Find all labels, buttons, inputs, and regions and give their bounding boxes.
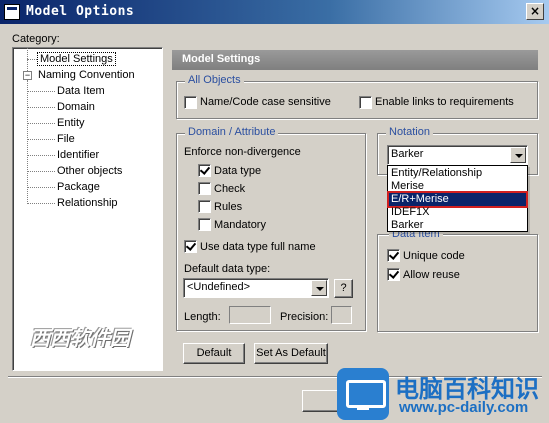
option-barker[interactable]: Barker	[389, 219, 526, 232]
length-label: Length:	[184, 311, 221, 323]
chevron-down-icon[interactable]	[311, 280, 327, 296]
group-title: Domain / Attribute	[185, 126, 279, 138]
use-full-name-checkbox[interactable]	[184, 240, 197, 253]
group-title: Notation	[386, 126, 433, 138]
tree-line	[27, 59, 37, 60]
tree-line	[27, 107, 55, 108]
model-options-dialog: Model Options × Category: Model Settings…	[0, 0, 549, 423]
enforce-label: Enforce non-divergence	[184, 146, 301, 158]
help-button[interactable]: ?	[334, 279, 353, 298]
tree-line	[27, 187, 55, 188]
unique-code-label: Unique code	[403, 250, 465, 262]
data-type-checkbox[interactable]	[198, 164, 211, 177]
tree-line	[27, 139, 55, 140]
enable-links-checkbox[interactable]	[359, 96, 372, 109]
tree-item-domain[interactable]: Domain	[57, 100, 95, 115]
set-as-default-button[interactable]: Set As Default	[254, 343, 328, 364]
group-title: All Objects	[185, 74, 244, 86]
data-type-label: Data type	[214, 165, 262, 177]
tree-item-relationship[interactable]: Relationship	[57, 196, 118, 211]
collapse-icon[interactable]: −	[23, 71, 32, 80]
precision-label: Precision:	[280, 311, 329, 323]
title-bar: Model Options ×	[0, 0, 549, 24]
allow-reuse-checkbox[interactable]	[387, 268, 400, 281]
tree-line	[27, 155, 55, 156]
tree-item-entity[interactable]: Entity	[57, 116, 85, 131]
panel-header: Model Settings	[172, 50, 538, 70]
enable-links-label: Enable links to requirements	[375, 96, 514, 108]
name-code-case-checkbox[interactable]	[184, 96, 197, 109]
watermark-left: 西西软件园	[30, 328, 130, 350]
tree-line	[27, 80, 28, 204]
option-er-merise[interactable]: E/R+Merise	[387, 191, 528, 208]
rules-label: Rules	[214, 201, 243, 213]
name-code-case-label: Name/Code case sensitive	[200, 96, 331, 108]
default-type-select[interactable]: <Undefined>	[183, 278, 329, 298]
tree-item-naming-convention[interactable]: Naming Convention	[38, 68, 135, 83]
check-label: Check	[214, 183, 246, 195]
close-button[interactable]: ×	[526, 3, 544, 20]
default-type-label: Default data type:	[184, 263, 271, 275]
option-idef1x[interactable]: IDEF1X	[389, 206, 526, 219]
domain-attribute-group: Domain / Attribute	[176, 126, 366, 331]
option-entity-relationship[interactable]: Entity/Relationship	[389, 167, 526, 180]
rules-checkbox[interactable]	[198, 200, 211, 213]
notation-select[interactable]: Barker	[387, 145, 528, 165]
allow-reuse-label: Allow reuse	[403, 269, 460, 281]
default-type-value: <Undefined>	[187, 281, 250, 293]
tree-item-data-item[interactable]: Data Item	[57, 84, 105, 99]
tree-item-other-objects[interactable]: Other objects	[57, 164, 122, 179]
window-app-icon[interactable]	[4, 4, 20, 20]
monitor-icon	[337, 368, 389, 420]
default-button[interactable]: Default	[183, 343, 245, 364]
watermark-url: www.pc-daily.com	[399, 399, 529, 416]
length-field[interactable]	[229, 306, 271, 324]
mandatory-label: Mandatory	[214, 219, 266, 231]
tree-item-model-settings[interactable]: Model Settings	[37, 52, 116, 67]
unique-code-checkbox[interactable]	[387, 249, 400, 262]
tree-item-file[interactable]: File	[57, 132, 75, 147]
tree-line	[27, 123, 55, 124]
data-item-group	[377, 234, 538, 332]
tree-item-identifier[interactable]: Identifier	[57, 148, 99, 163]
mandatory-checkbox[interactable]	[198, 218, 211, 231]
tree-line	[27, 171, 55, 172]
check-checkbox[interactable]	[198, 182, 211, 195]
option-merise[interactable]: Merise	[389, 180, 526, 193]
tree-line	[27, 203, 55, 204]
window-title: Model Options	[26, 4, 135, 19]
tree-item-label: Model Settings	[37, 52, 116, 66]
precision-field[interactable]	[331, 306, 352, 324]
use-full-name-label: Use data type full name	[200, 241, 316, 253]
notation-dropdown-list[interactable]: Entity/Relationship Merise E/R+Merise ID…	[387, 165, 528, 232]
tree-item-package[interactable]: Package	[57, 180, 100, 195]
category-label: Category:	[12, 33, 60, 45]
chevron-down-icon[interactable]	[510, 147, 526, 163]
tree-line	[27, 91, 55, 92]
notation-value: Barker	[391, 148, 424, 160]
